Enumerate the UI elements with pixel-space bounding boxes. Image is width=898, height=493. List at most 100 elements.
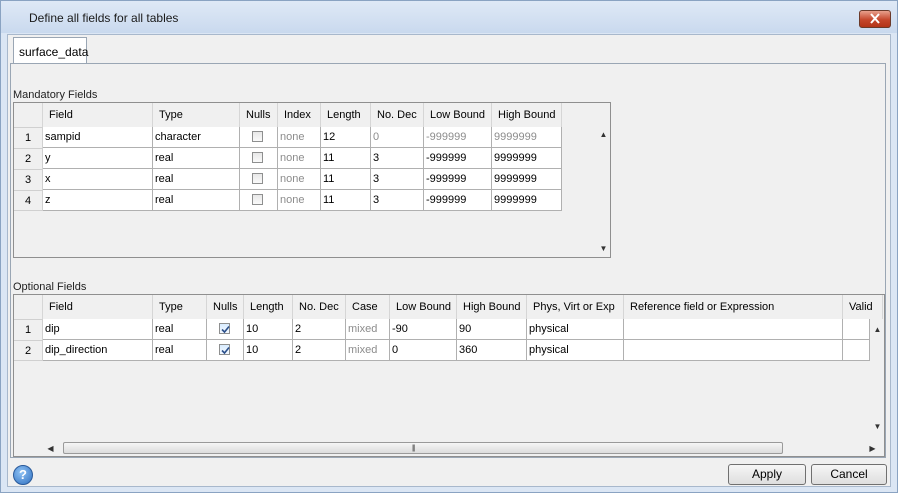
optional-vertical-scrollbar[interactable]: ▲ ▼ <box>870 319 884 440</box>
length-cell[interactable]: 10 <box>244 319 293 340</box>
column-header[interactable]: High Bound <box>492 103 562 127</box>
length-cell[interactable]: 11 <box>321 148 371 169</box>
type-cell[interactable]: real <box>153 340 207 361</box>
nulls-cell[interactable] <box>207 340 244 361</box>
column-header[interactable]: High Bound <box>457 295 527 319</box>
scroll-down-arrow-icon[interactable]: ▼ <box>596 244 610 253</box>
reference-expression-cell[interactable] <box>624 319 843 340</box>
nulls-checkbox[interactable] <box>252 131 263 142</box>
index-cell[interactable]: none <box>278 148 321 169</box>
column-header[interactable]: Low Bound <box>390 295 457 319</box>
apply-button[interactable]: Apply <box>728 464 806 485</box>
low-bound-cell[interactable]: -90 <box>390 319 457 340</box>
column-header[interactable]: Valid <box>843 295 883 319</box>
field-name-cell[interactable]: dip <box>43 319 153 340</box>
column-header[interactable]: No. Dec <box>371 103 424 127</box>
column-header[interactable]: Case <box>346 295 390 319</box>
nulls-checkbox[interactable] <box>219 344 230 355</box>
column-header[interactable]: Type <box>153 103 240 127</box>
case-cell[interactable]: mixed <box>346 340 390 361</box>
nulls-cell[interactable] <box>240 148 278 169</box>
reference-expression-cell[interactable] <box>624 340 843 361</box>
column-header[interactable]: Phys, Virt or Exp <box>527 295 624 319</box>
help-icon[interactable]: ? <box>13 465 33 485</box>
row-number[interactable]: 2 <box>14 340 43 361</box>
valid-cell[interactable] <box>843 319 870 340</box>
type-cell[interactable]: real <box>153 190 240 211</box>
length-cell[interactable]: 11 <box>321 169 371 190</box>
field-name-cell[interactable]: x <box>43 169 153 190</box>
nulls-cell[interactable] <box>240 190 278 211</box>
case-cell[interactable]: mixed <box>346 319 390 340</box>
index-cell[interactable]: none <box>278 169 321 190</box>
type-cell[interactable]: real <box>153 169 240 190</box>
row-number[interactable]: 2 <box>14 148 43 169</box>
nulls-cell[interactable] <box>207 319 244 340</box>
decimals-cell[interactable]: 2 <box>293 319 346 340</box>
optional-horizontal-scrollbar[interactable]: ◀ ||| ▶ <box>43 441 876 456</box>
column-header[interactable]: Length <box>244 295 293 319</box>
horizontal-scroll-thumb[interactable]: ||| <box>63 442 783 454</box>
high-bound-cell[interactable]: 9999999 <box>492 169 562 190</box>
low-bound-cell[interactable]: -999999 <box>424 190 492 211</box>
high-bound-cell[interactable]: 360 <box>457 340 527 361</box>
nulls-cell[interactable] <box>240 127 278 148</box>
scroll-up-arrow-icon[interactable]: ▲ <box>870 325 884 334</box>
length-cell[interactable]: 10 <box>244 340 293 361</box>
field-name-cell[interactable]: sampid <box>43 127 153 148</box>
decimals-cell[interactable]: 0 <box>371 127 424 148</box>
scroll-right-arrow-icon[interactable]: ▶ <box>865 444 880 453</box>
mandatory-vertical-scrollbar[interactable]: ▲ ▼ <box>596 127 610 257</box>
nulls-checkbox[interactable] <box>252 194 263 205</box>
row-number[interactable]: 4 <box>14 190 43 211</box>
column-header[interactable]: Nulls <box>207 295 244 319</box>
tab-surface-data[interactable]: surface_data <box>13 37 88 64</box>
column-header[interactable]: No. Dec <box>293 295 346 319</box>
scroll-up-arrow-icon[interactable]: ▲ <box>596 130 610 139</box>
scroll-down-arrow-icon[interactable]: ▼ <box>870 422 884 431</box>
high-bound-cell[interactable]: 9999999 <box>492 127 562 148</box>
valid-cell[interactable] <box>843 340 870 361</box>
column-header[interactable]: Field <box>43 103 153 127</box>
field-name-cell[interactable]: z <box>43 190 153 211</box>
low-bound-cell[interactable]: -999999 <box>424 127 492 148</box>
column-header[interactable]: Field <box>43 295 153 319</box>
field-name-cell[interactable]: y <box>43 148 153 169</box>
close-button[interactable] <box>859 10 891 28</box>
row-number[interactable]: 3 <box>14 169 43 190</box>
high-bound-cell[interactable]: 9999999 <box>492 190 562 211</box>
nulls-checkbox[interactable] <box>219 323 230 334</box>
high-bound-cell[interactable]: 9999999 <box>492 148 562 169</box>
column-header[interactable]: Type <box>153 295 207 319</box>
low-bound-cell[interactable]: -999999 <box>424 169 492 190</box>
phys-virt-exp-cell[interactable]: physical <box>527 340 624 361</box>
column-header[interactable]: Low Bound <box>424 103 492 127</box>
column-header[interactable]: Index <box>278 103 321 127</box>
index-cell[interactable]: none <box>278 127 321 148</box>
length-cell[interactable]: 11 <box>321 190 371 211</box>
row-number[interactable]: 1 <box>14 319 43 340</box>
low-bound-cell[interactable]: -999999 <box>424 148 492 169</box>
column-header[interactable]: Reference field or Expression <box>624 295 843 319</box>
field-name-cell[interactable]: dip_direction <box>43 340 153 361</box>
cancel-button[interactable]: Cancel <box>811 464 887 485</box>
index-cell[interactable]: none <box>278 190 321 211</box>
high-bound-cell[interactable]: 90 <box>457 319 527 340</box>
decimals-cell[interactable]: 2 <box>293 340 346 361</box>
type-cell[interactable]: character <box>153 127 240 148</box>
type-cell[interactable]: real <box>153 148 240 169</box>
type-cell[interactable]: real <box>153 319 207 340</box>
decimals-cell[interactable]: 3 <box>371 190 424 211</box>
nulls-checkbox[interactable] <box>252 173 263 184</box>
column-header[interactable]: Length <box>321 103 371 127</box>
low-bound-cell[interactable]: 0 <box>390 340 457 361</box>
nulls-checkbox[interactable] <box>252 152 263 163</box>
decimals-cell[interactable]: 3 <box>371 148 424 169</box>
length-cell[interactable]: 12 <box>321 127 371 148</box>
decimals-cell[interactable]: 3 <box>371 169 424 190</box>
title-bar[interactable]: Define all fields for all tables <box>1 1 897 33</box>
nulls-cell[interactable] <box>240 169 278 190</box>
scroll-left-arrow-icon[interactable]: ◀ <box>43 444 58 453</box>
row-number[interactable]: 1 <box>14 127 43 148</box>
column-header[interactable]: Nulls <box>240 103 278 127</box>
